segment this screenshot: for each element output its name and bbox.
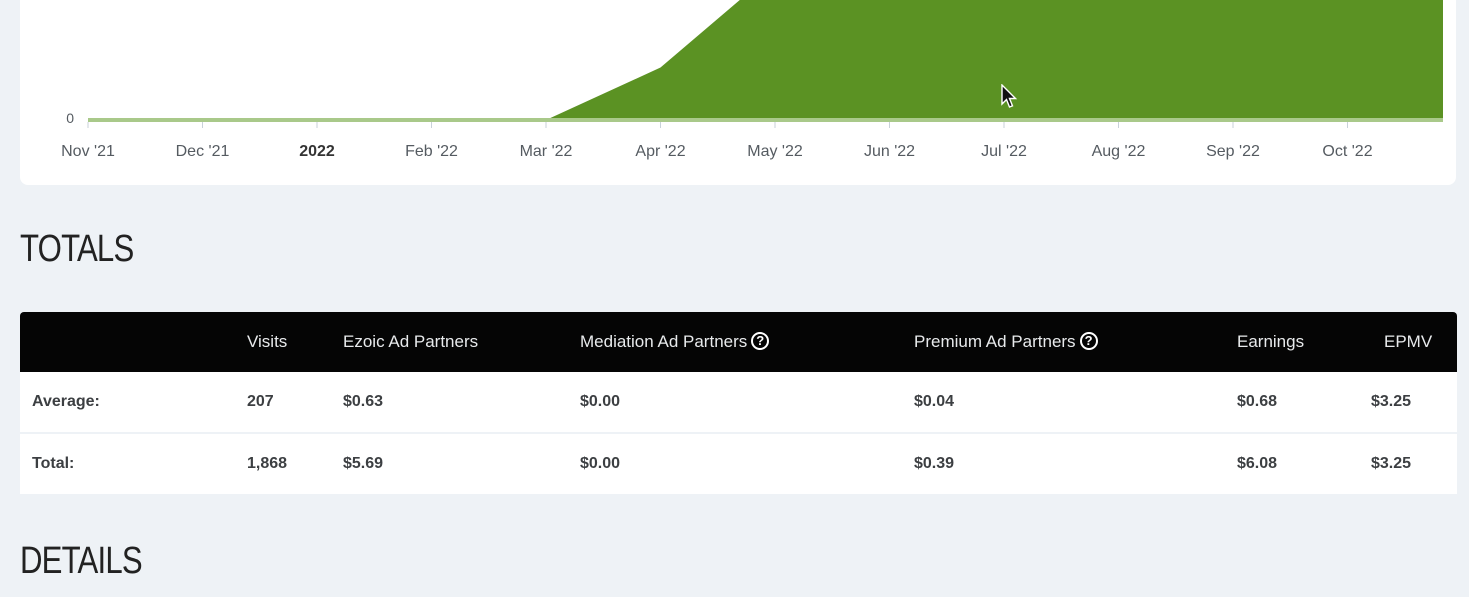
cell-premium: $0.39	[914, 455, 955, 472]
table-row-total: Total: 1,868 $5.69 $0.00 $0.39 $6.08 $3.…	[20, 434, 1457, 496]
cell-visits: 1,868	[247, 455, 288, 472]
header-visits: Visits	[247, 332, 288, 351]
x-tick-label: Apr '22	[635, 143, 685, 160]
row-label: Total:	[32, 455, 75, 472]
x-tick-label: Oct '22	[1322, 143, 1372, 160]
x-tick-label: Jun '22	[864, 143, 915, 160]
table-header: Visits Ezoic Ad Partners Mediation Ad Pa…	[20, 312, 1457, 372]
x-tick-label: Aug '22	[1092, 143, 1146, 160]
cell-earnings: $0.68	[1237, 393, 1278, 410]
cell-premium: $0.04	[914, 393, 955, 410]
details-section-title: DETAILS	[20, 540, 143, 582]
header-ezoic-ad-partners: Ezoic Ad Partners	[343, 332, 479, 351]
table-row-average: Average: 207 $0.63 $0.00 $0.04 $0.68 $3.…	[20, 372, 1457, 434]
cell-mediation: $0.00	[580, 393, 621, 410]
help-icon[interactable]: ?	[1079, 332, 1098, 351]
totals-section-title: TOTALS	[20, 228, 134, 270]
cell-visits: 207	[247, 393, 274, 410]
row-label: Average:	[32, 393, 100, 410]
cell-mediation: $0.00	[580, 455, 621, 472]
header-mediation-label: Mediation Ad Partners	[580, 332, 748, 351]
cell-epmv: $3.25	[1371, 393, 1412, 410]
x-tick-label: Feb '22	[405, 143, 458, 160]
header-premium-ad-partners: Premium Ad Partners?	[914, 312, 1098, 372]
totals-table: Visits Ezoic Ad Partners Mediation Ad Pa…	[20, 312, 1457, 496]
header-mediation-ad-partners: Mediation Ad Partners?	[580, 312, 770, 372]
help-icon[interactable]: ?	[751, 332, 770, 351]
x-tick-label: Jul '22	[981, 143, 1027, 160]
cell-ezoic: $5.69	[343, 455, 384, 472]
area-chart: 0 Nov '21 Dec '21 2022 Feb '22 Mar '22 Apr '22…	[61, 0, 1443, 160]
cell-epmv: $3.25	[1371, 455, 1412, 472]
y-tick-label: 0	[66, 110, 74, 126]
header-earnings: Earnings	[1237, 332, 1305, 351]
x-tick-label: Sep '22	[1206, 143, 1260, 160]
area-series	[88, 0, 1443, 120]
x-tick-label: Nov '21	[61, 143, 115, 160]
x-tick-label: Dec '21	[176, 143, 230, 160]
x-tick-label: May '22	[747, 143, 803, 160]
header-premium-label: Premium Ad Partners	[914, 332, 1076, 351]
cell-earnings: $6.08	[1237, 455, 1278, 472]
x-tick-label: Mar '22	[520, 143, 573, 160]
x-tick-label: 2022	[299, 143, 335, 160]
cell-ezoic: $0.63	[343, 393, 384, 410]
mouse-cursor-icon	[1001, 84, 1018, 108]
header-epmv: EPMV	[1384, 332, 1433, 351]
